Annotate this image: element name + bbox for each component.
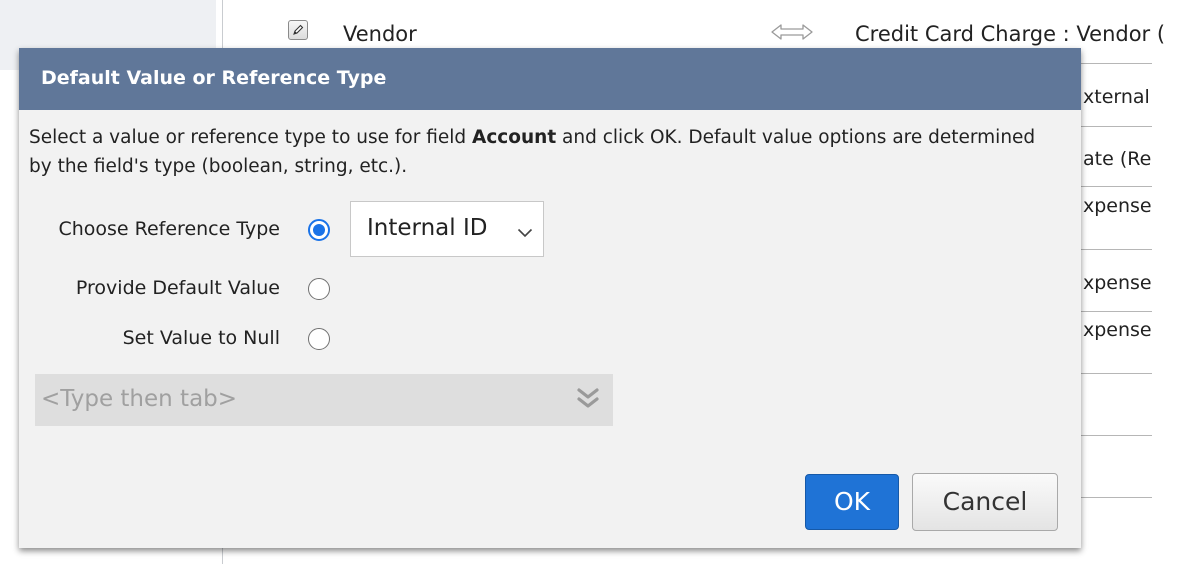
row-divider	[1080, 249, 1152, 250]
dialog-instructions: Select a value or reference type to use …	[29, 123, 1049, 181]
cancel-button[interactable]: Cancel	[912, 473, 1058, 531]
double-chevron-down-icon[interactable]	[575, 386, 601, 416]
default-value-input[interactable]: <Type then tab>	[35, 374, 613, 426]
right-column-text: xpense	[1083, 319, 1151, 341]
row-mapping-text: Credit Card Charge : Vendor (	[855, 22, 1166, 46]
row-divider	[1080, 126, 1152, 127]
right-column-text: xpense	[1083, 272, 1151, 294]
choose-reference-type-label: Choose Reference Type	[58, 218, 280, 240]
instructions-field-name: Account	[472, 127, 557, 148]
pencil-edit-icon[interactable]	[288, 20, 308, 40]
right-column-text: xpense	[1083, 195, 1151, 217]
row-divider	[1080, 373, 1152, 374]
choose-reference-type-radio[interactable]	[308, 219, 330, 241]
reference-type-select[interactable]: Internal ID	[350, 201, 544, 257]
right-column-text: ate (Re	[1083, 148, 1151, 170]
row-divider	[1080, 63, 1152, 64]
provide-default-value-label: Provide Default Value	[75, 277, 280, 299]
row-divider	[1080, 497, 1152, 498]
default-value-placeholder: <Type then tab>	[41, 386, 238, 412]
row-divider	[1080, 186, 1152, 187]
dialog-title: Default Value or Reference Type	[41, 67, 387, 89]
dialog-header[interactable]: Default Value or Reference Type	[19, 48, 1081, 110]
chevron-down-icon	[517, 223, 533, 242]
row-label-vendor: Vendor	[343, 22, 417, 46]
provide-default-value-radio[interactable]	[308, 278, 330, 300]
row-divider	[1080, 435, 1152, 436]
set-value-to-null-label: Set Value to Null	[122, 327, 280, 349]
right-column-text: xternal	[1083, 86, 1150, 108]
reference-type-select-value: Internal ID	[367, 215, 488, 241]
ok-button[interactable]: OK	[805, 474, 899, 530]
set-value-to-null-radio[interactable]	[308, 328, 330, 350]
instructions-text: Select a value or reference type to use …	[29, 127, 473, 148]
bidirectional-arrow-icon	[770, 22, 814, 46]
row-divider	[1080, 311, 1152, 312]
default-value-dialog: Default Value or Reference Type Select a…	[19, 48, 1081, 548]
